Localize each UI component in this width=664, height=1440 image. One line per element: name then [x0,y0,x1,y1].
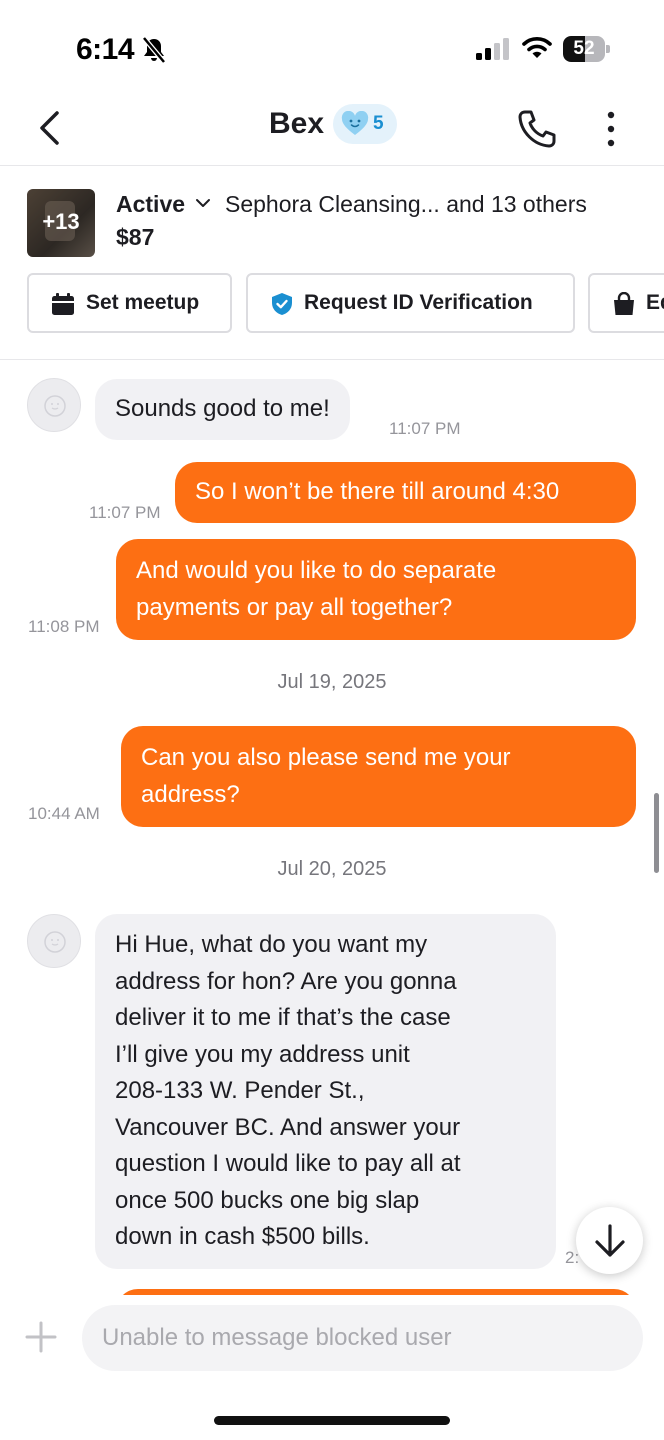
scrollbar[interactable] [654,793,659,873]
message-text: So I won’t be there till around 4:30 [195,478,560,505]
message-timestamp: 11:07 PM [89,503,161,522]
message-bubble-outgoing[interactable]: Can you also please send me your address… [121,726,636,827]
listing-items[interactable]: Sephora Cleansing... and 13 others [225,191,587,218]
status-time: 6:14 [76,33,135,66]
listing-price: $87 [116,224,155,250]
shopping-bag-icon [614,292,634,315]
heart-badge-icon [341,111,369,135]
wifi-icon [522,37,552,58]
message-line: 208-133 W. Pender St., [115,1077,365,1104]
back-chevron-icon[interactable] [30,108,70,148]
message-line: payments or pay all together? [136,593,453,621]
message-line: once 500 bucks one big slap [115,1186,420,1214]
message-bubble-incoming[interactable]: Hi Hue, what do you want my address for … [95,914,556,1269]
face-icon [44,395,66,417]
message-timestamp: 11:07 PM [389,419,461,438]
face-icon [44,931,66,953]
listing-summary: +13 Active Sephora Cleansing... and 13 o… [0,166,664,360]
message-bubble-incoming[interactable]: Sounds good to me! [95,379,350,440]
message-bubble-outgoing[interactable]: So I won’t be there till around 4:30 [175,462,636,523]
thumbnail-count: +13 [42,209,80,234]
request-id-verification-label: Request ID Verification [304,291,533,314]
message-line: Vancouver BC. And answer your [115,1113,461,1141]
phone-icon[interactable] [516,108,558,150]
edit-label: Ed [646,291,664,314]
message-list[interactable]: Sounds good to me! 11:07 PM 11:07 PM So … [0,361,664,1295]
calendar-icon [52,293,74,315]
message-input[interactable] [82,1305,643,1371]
status-bar: 6:14 52 [0,0,664,90]
message-line: Hi Hue, what do you want my [115,931,428,958]
message-line: address? [141,780,240,808]
contact-name[interactable]: Bex [269,107,324,141]
battery-icon: 52 [563,36,611,62]
message-line: I’ll give you my address unit [115,1040,410,1068]
battery-percent: 52 [573,38,595,59]
bell-slash-icon [142,36,166,64]
message-line: And would you like to do separate [136,557,497,584]
contact-avatar[interactable] [27,914,81,968]
conversation-header: Bex 5 [0,90,664,166]
edit-button[interactable]: Ed [588,273,664,333]
contact-avatar[interactable] [27,378,81,432]
signal-icon [476,38,509,60]
shield-check-icon [272,293,292,315]
request-id-verification-button[interactable]: Request ID Verification [246,273,575,333]
listing-status[interactable]: Active [116,191,185,218]
date-separator: Jul 19, 2025 [277,671,387,693]
message-line: question I would like to pay all at [115,1150,461,1177]
set-meetup-label: Set meetup [86,291,200,314]
message-line: down in cash $500 bills. [115,1223,370,1250]
heart-badge[interactable]: 5 [333,104,397,144]
more-vertical-icon[interactable] [596,108,626,150]
arrow-down-icon [595,1224,625,1257]
message-text: Sounds good to me! [115,395,330,422]
message-timestamp: 10:44 AM [28,804,100,823]
message-line: Can you also please send me your [141,744,511,771]
message-line: address for hon? Are you gonna [115,967,457,995]
chevron-down-icon[interactable] [195,197,211,209]
message-bubble-outgoing[interactable]: And would you like to do separate paymen… [116,539,636,640]
set-meetup-button[interactable]: Set meetup [27,273,232,333]
badge-count: 5 [373,113,384,134]
message-line: deliver it to me if that’s the case [115,1004,451,1031]
date-separator: Jul 20, 2025 [277,858,387,880]
message-timestamp: 11:08 PM [28,617,100,636]
home-indicator[interactable] [214,1416,450,1425]
scroll-to-bottom-button[interactable] [576,1207,643,1274]
listing-thumbnail[interactable]: +13 [27,189,95,257]
message-composer [0,1295,664,1385]
plus-icon[interactable] [24,1320,58,1354]
